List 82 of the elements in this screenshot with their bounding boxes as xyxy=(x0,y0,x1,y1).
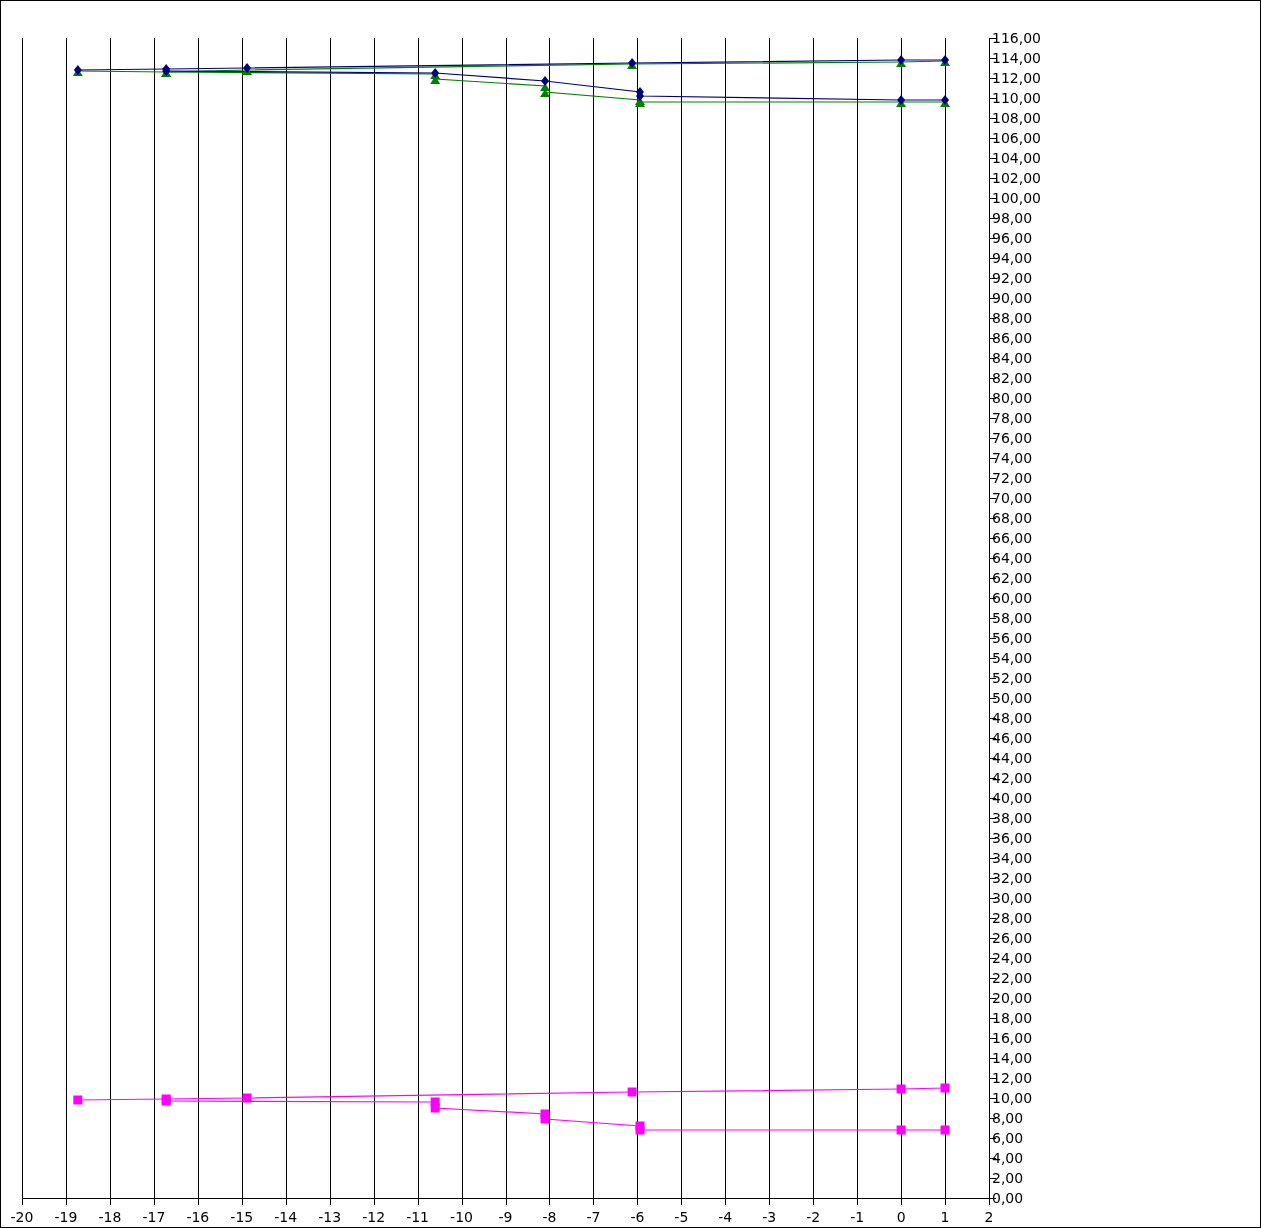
axis-label: 114,00 xyxy=(992,50,1041,66)
axis-label: 90,00 xyxy=(992,290,1033,306)
axis-label: 74,00 xyxy=(992,450,1033,466)
axis-label: 1 xyxy=(940,1209,950,1225)
axis-label: 6,00 xyxy=(992,1130,1024,1146)
axis-label: 116,00 xyxy=(992,30,1041,46)
axis-label: 60,00 xyxy=(992,590,1033,606)
axis-label: 36,00 xyxy=(992,830,1033,846)
axis-label: 14,00 xyxy=(992,1050,1033,1066)
axis-label: -10 xyxy=(450,1209,473,1225)
axis-label: 44,00 xyxy=(992,750,1033,766)
axis-label: 38,00 xyxy=(992,810,1033,826)
axis-label: 34,00 xyxy=(992,850,1033,866)
axis-label: 102,00 xyxy=(992,170,1041,186)
axis-label: 110,00 xyxy=(992,90,1041,106)
axis-label: 62,00 xyxy=(992,570,1033,586)
axis-label: 42,00 xyxy=(992,770,1033,786)
axis-label: 108,00 xyxy=(992,110,1041,126)
axis-label: 72,00 xyxy=(992,470,1033,486)
axis-label: -1 xyxy=(850,1209,865,1225)
axis-label: 22,00 xyxy=(992,970,1033,986)
axis-label: 96,00 xyxy=(992,230,1033,246)
axis-label: -18 xyxy=(98,1209,122,1225)
axis-label: 94,00 xyxy=(992,250,1033,266)
axis-label: 10,00 xyxy=(992,1090,1033,1106)
axis-label: 8,00 xyxy=(992,1110,1024,1126)
axis-label: -5 xyxy=(674,1209,689,1225)
axis-label: 16,00 xyxy=(992,1030,1033,1046)
axis-label: -11 xyxy=(406,1209,430,1225)
axis-label: 64,00 xyxy=(992,550,1033,566)
axis-label: -14 xyxy=(274,1209,298,1225)
axis-label: 0,00 xyxy=(992,1190,1024,1206)
axis-label: 56,00 xyxy=(992,630,1033,646)
axis-label: 80,00 xyxy=(992,390,1033,406)
axis-label: -19 xyxy=(54,1209,78,1225)
axis-label: -9 xyxy=(498,1209,513,1225)
axis-label: 78,00 xyxy=(992,410,1033,426)
axis-label: 82,00 xyxy=(992,370,1033,386)
axis-label: -4 xyxy=(718,1209,733,1225)
axis-label: 100,00 xyxy=(992,190,1041,206)
axis-label: -7 xyxy=(586,1209,601,1225)
axis-label: 58,00 xyxy=(992,610,1033,626)
axis-label: 68,00 xyxy=(992,510,1033,526)
axis-label: -2 xyxy=(806,1209,821,1225)
axis-label: 50,00 xyxy=(992,690,1033,706)
axis-label: 32,00 xyxy=(992,870,1033,886)
axis-label: -8 xyxy=(542,1209,557,1225)
axis-label: 54,00 xyxy=(992,650,1033,666)
axis-label: -15 xyxy=(230,1209,254,1225)
axis-label: 92,00 xyxy=(992,270,1033,286)
axis-label: 66,00 xyxy=(992,530,1033,546)
axis-label: -17 xyxy=(142,1209,166,1225)
axis-label: 86,00 xyxy=(992,330,1033,346)
axis-label: 88,00 xyxy=(992,310,1033,326)
axis-label: -12 xyxy=(362,1209,386,1225)
axis-label: 28,00 xyxy=(992,910,1033,926)
axis-label: 98,00 xyxy=(992,210,1033,226)
axis-label: 30,00 xyxy=(992,890,1033,906)
axis-label: 40,00 xyxy=(992,790,1033,806)
axis-label: 104,00 xyxy=(992,150,1041,166)
axis-label: -13 xyxy=(318,1209,342,1225)
axis-label: 84,00 xyxy=(992,350,1033,366)
axis-label: -16 xyxy=(186,1209,210,1225)
axis-label: 46,00 xyxy=(992,730,1033,746)
axis-label: 70,00 xyxy=(992,490,1033,506)
axis-label: 18,00 xyxy=(992,1010,1033,1026)
axis-label: 0 xyxy=(896,1209,906,1225)
axis-label: 24,00 xyxy=(992,950,1033,966)
axis-label: 4,00 xyxy=(992,1150,1024,1166)
axis-label: 2,00 xyxy=(992,1170,1024,1186)
axis-label: 52,00 xyxy=(992,670,1033,686)
axis-label: 48,00 xyxy=(992,710,1033,726)
axis-label: 76,00 xyxy=(992,430,1033,446)
axis-label: 106,00 xyxy=(992,130,1041,146)
axis-label: -6 xyxy=(630,1209,645,1225)
axis-label: 12,00 xyxy=(992,1070,1033,1086)
axis-label: 26,00 xyxy=(992,930,1033,946)
axis-label: 2 xyxy=(984,1209,994,1225)
axis-label: 20,00 xyxy=(992,990,1033,1006)
axis-label: 112,00 xyxy=(992,70,1041,86)
axis-label: -3 xyxy=(762,1209,777,1225)
axis-label: -20 xyxy=(10,1209,34,1225)
